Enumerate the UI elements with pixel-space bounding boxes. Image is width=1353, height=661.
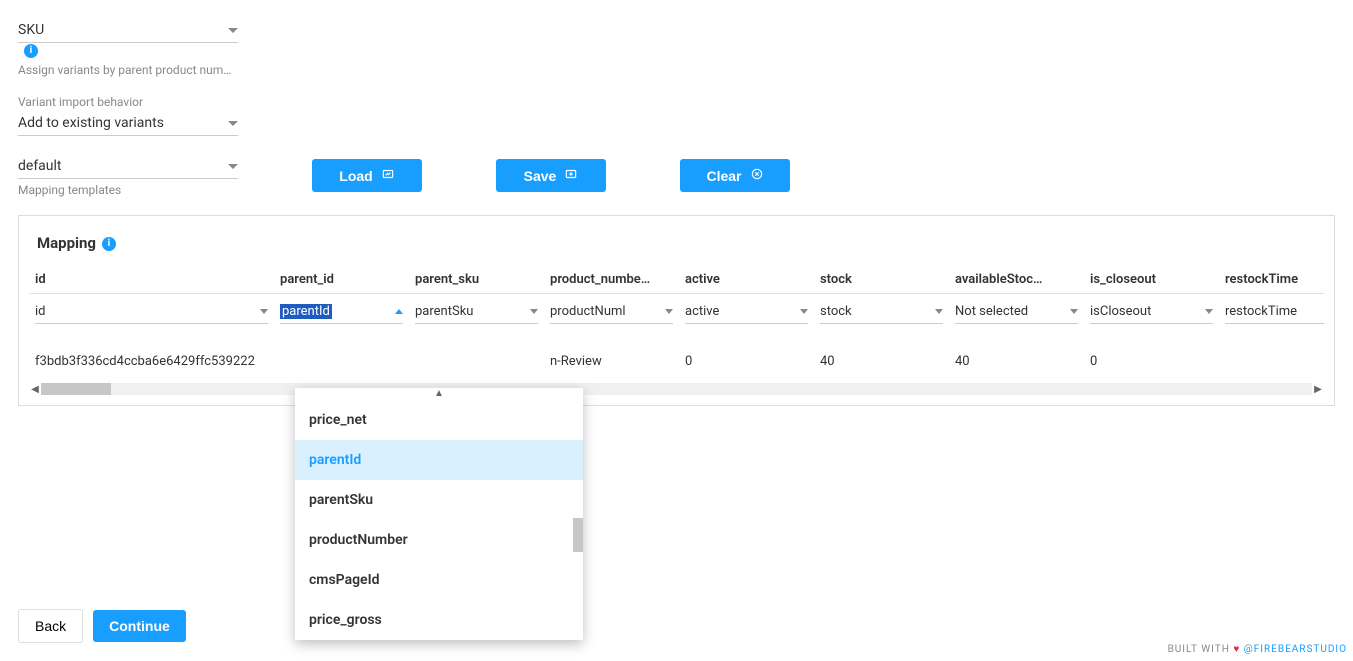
info-icon[interactable]: i <box>102 237 116 251</box>
grid-selector-row: id parentId parentSku productNuml active… <box>29 294 1324 330</box>
dropdown-scrollbar-thumb[interactable] <box>573 518 583 552</box>
col-header: is_closeout <box>1084 272 1219 287</box>
col-header: active <box>679 272 814 287</box>
sku-select[interactable]: SKU <box>18 18 238 43</box>
save-button[interactable]: Save <box>496 159 606 192</box>
cell-value: n-Review <box>544 336 679 369</box>
cell-value: f3bdb3f336cd4ccba6e6429ffc539222 <box>29 336 274 369</box>
chevron-down-icon <box>665 309 673 314</box>
chevron-down-icon <box>530 309 538 314</box>
back-button[interactable]: Back <box>18 609 83 643</box>
dropdown-item-selected[interactable]: parentId <box>295 440 583 480</box>
col-header: stock <box>814 272 949 287</box>
mapping-template-select[interactable]: default <box>18 154 238 179</box>
info-icon[interactable]: i <box>24 44 38 58</box>
cell-value <box>409 336 544 369</box>
chevron-down-icon <box>260 309 268 314</box>
dropdown-item[interactable]: productNumber <box>295 520 583 560</box>
scroll-left-icon[interactable]: ◀ <box>29 383 41 395</box>
scroll-up-icon[interactable]: ▲ <box>295 388 583 400</box>
variant-behavior-value: Add to existing variants <box>18 115 164 131</box>
grid-header: id parent_id parent_sku product_numbe… a… <box>29 266 1324 294</box>
col-header: product_numbe… <box>544 272 679 287</box>
column-mapper[interactable]: isCloseout <box>1090 300 1213 324</box>
chevron-up-icon <box>395 309 403 314</box>
dropdown-item[interactable]: cmsPageId <box>295 560 583 600</box>
scroll-right-icon[interactable]: ▶ <box>1312 383 1324 395</box>
col-header: restockTime <box>1219 272 1324 287</box>
chevron-down-icon <box>228 28 238 33</box>
sku-value: SKU <box>18 22 44 38</box>
column-mapper[interactable]: Not selected <box>955 300 1078 324</box>
col-header: parent_id <box>274 272 409 287</box>
col-header: parent_sku <box>409 272 544 287</box>
chevron-down-icon <box>228 121 238 126</box>
clear-icon <box>750 167 764 184</box>
cell-value <box>274 336 409 369</box>
horizontal-scrollbar[interactable]: ◀ ▶ <box>29 383 1324 395</box>
load-button[interactable]: Load <box>312 159 422 192</box>
scroll-track[interactable] <box>41 383 1312 395</box>
credit-link[interactable]: @FIREBEARSTUDIO <box>1244 644 1347 655</box>
heart-icon: ♥ <box>1233 644 1240 655</box>
cell-value: 0 <box>679 336 814 369</box>
scroll-thumb[interactable] <box>41 383 111 395</box>
dropdown-item[interactable]: price_net <box>295 400 583 440</box>
column-mapper[interactable]: id <box>35 300 268 324</box>
grid-data-row: f3bdb3f336cd4ccba6e6429ffc539222 n-Revie… <box>29 330 1324 375</box>
chevron-down-icon <box>1205 309 1213 314</box>
save-icon <box>564 167 578 184</box>
column-mapper[interactable]: productNuml <box>550 300 673 324</box>
mapping-grid: id parent_id parent_sku product_numbe… a… <box>29 266 1324 375</box>
variant-behavior-select[interactable]: Add to existing variants <box>18 111 238 136</box>
chevron-down-icon <box>228 164 238 169</box>
dropdown-item[interactable]: price_gross <box>295 600 583 640</box>
dropdown-item[interactable]: parentSku <box>295 480 583 520</box>
variant-behavior-label: Variant import behavior <box>18 95 1335 109</box>
credit-text: BUILT WITH ♥ @FIREBEARSTUDIO <box>1168 644 1347 655</box>
continue-button[interactable]: Continue <box>93 610 186 642</box>
clear-button[interactable]: Clear <box>680 159 790 192</box>
column-mapper[interactable]: parentSku <box>415 300 538 324</box>
col-header: availableStoc… <box>949 272 1084 287</box>
column-mapper[interactable]: restockTime <box>1225 300 1324 324</box>
mapping-title: Mapping <box>37 234 96 252</box>
chevron-down-icon <box>935 309 943 314</box>
sku-helper: Assign variants by parent product number… <box>18 63 238 77</box>
chevron-down-icon <box>800 309 808 314</box>
column-mapper-dropdown: ▲ price_net parentId parentSku productNu… <box>295 388 583 640</box>
cell-value: 0 <box>1084 336 1219 369</box>
cell-value <box>1219 336 1324 369</box>
column-mapper[interactable]: stock <box>820 300 943 324</box>
column-mapper[interactable]: active <box>685 300 808 324</box>
mapping-panel: Mapping i id parent_id parent_sku product… <box>18 215 1335 406</box>
column-mapper-parent-id[interactable]: parentId <box>280 300 403 324</box>
cell-value: 40 <box>814 336 949 369</box>
mapping-template-value: default <box>18 158 62 174</box>
mapping-template-helper: Mapping templates <box>18 183 238 197</box>
cell-value: 40 <box>949 336 1084 369</box>
chevron-down-icon <box>1070 309 1078 314</box>
col-header: id <box>29 272 274 287</box>
load-icon <box>381 167 395 184</box>
